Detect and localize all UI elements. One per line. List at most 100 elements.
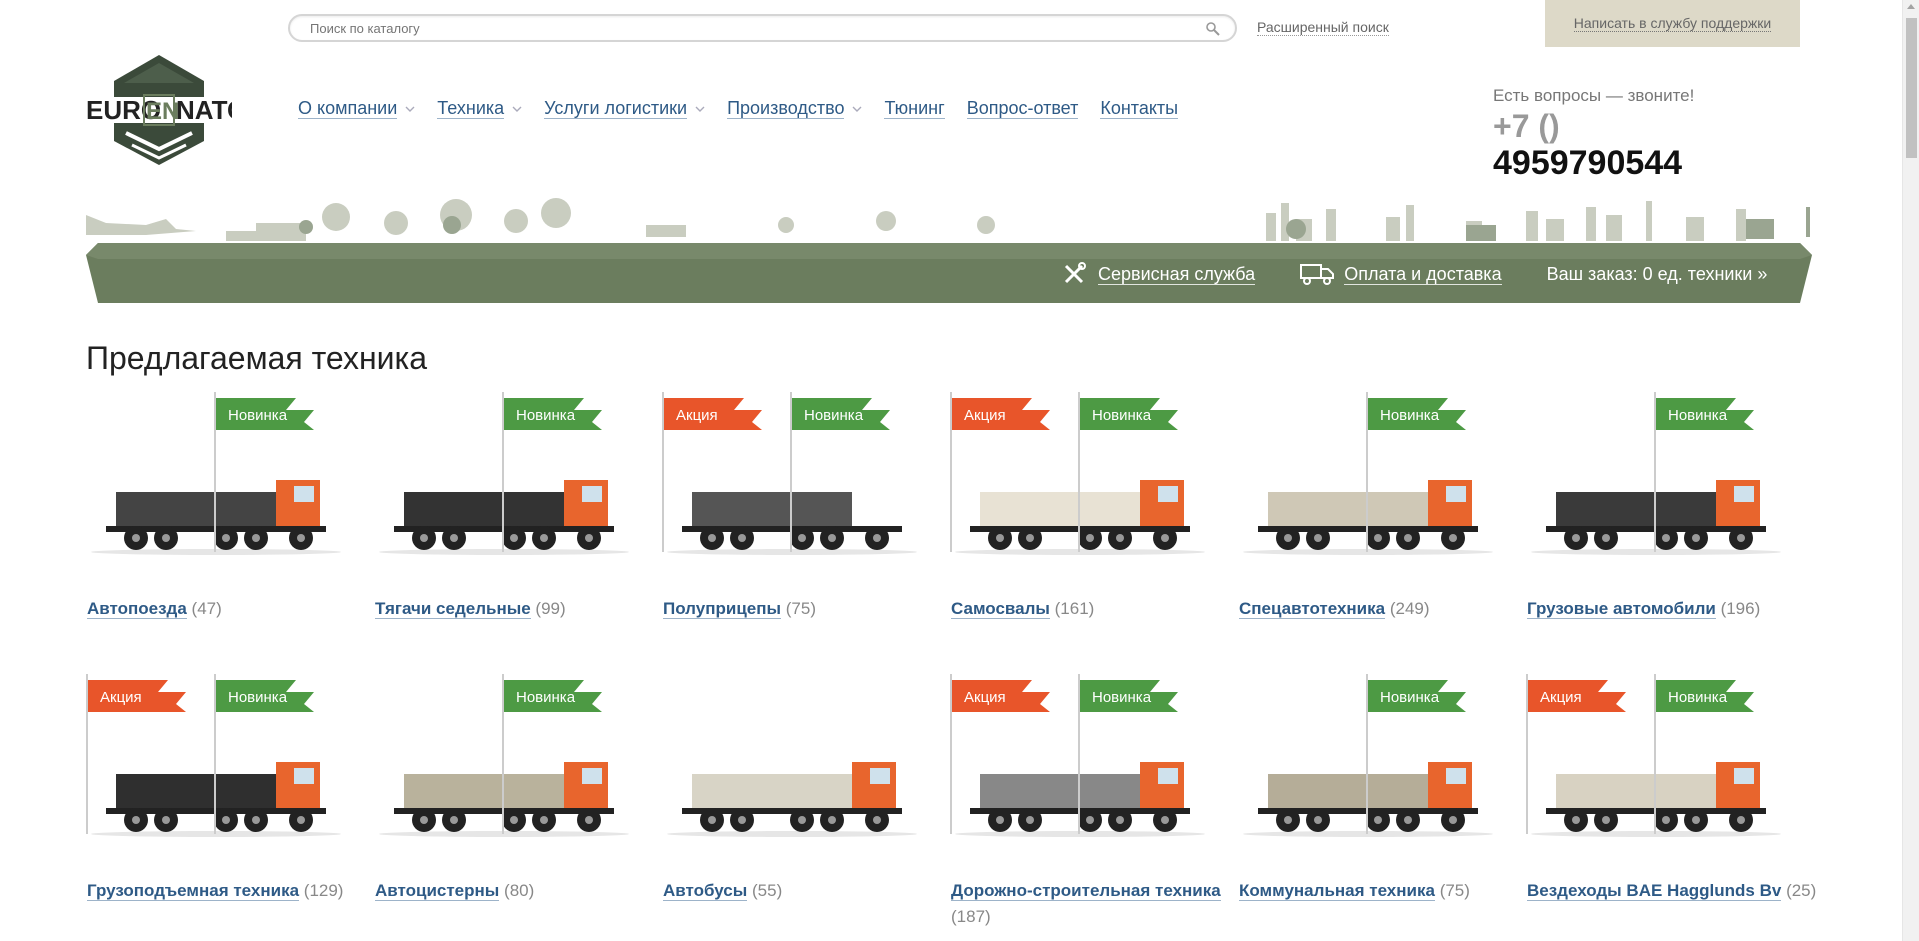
category-caption: Грузоподъемная техника (129) (87, 878, 377, 904)
logo[interactable]: EURO EN NATO (86, 55, 232, 165)
page-scrollbar[interactable] (1902, 0, 1919, 941)
sale-flag-label: Акция (100, 689, 142, 706)
order-link[interactable]: Ваш заказ: 0 ед. техники » (1547, 264, 1768, 285)
banner-links: Сервисная служба Оплата и доставка Ваш з… (1062, 260, 1767, 288)
category-caption: Полуприцепы (75) (663, 596, 953, 622)
scrollbar-thumb[interactable] (1906, 18, 1917, 158)
search-icon[interactable] (1205, 21, 1221, 37)
tools-icon (1064, 262, 1086, 284)
category-link[interactable]: Автобусы (663, 881, 748, 901)
category-link[interactable]: Коммунальная техника (1239, 881, 1435, 901)
category-caption: Вездеходы BAE Hagglunds Bv (25) (1527, 878, 1817, 904)
category-image[interactable]: Новинка (1238, 674, 1518, 849)
category-link[interactable]: Полуприцепы (663, 599, 782, 619)
new-flag-label: Новинка (1380, 407, 1440, 424)
category-caption: Автопоезда (47) (87, 596, 377, 622)
category-image[interactable]: Акция Новинка (950, 674, 1230, 849)
category-card[interactable]: Автобусы (55) (662, 674, 942, 924)
nav-item-0[interactable]: О компании (298, 98, 415, 119)
advanced-search-link[interactable]: Расширенный поиск (1257, 19, 1389, 36)
category-link[interactable]: Дорожно-строительная техника (951, 881, 1221, 901)
nav-item-4[interactable]: Тюнинг (884, 98, 945, 119)
category-card[interactable]: Акция Новинка Дорожно-строительная техника… (950, 674, 1230, 926)
nav-item-label: О компании (298, 98, 398, 119)
category-count: (55) (752, 881, 783, 900)
logo-text-mid: EN (146, 98, 179, 125)
category-link[interactable]: Спецавтотехника (1239, 599, 1386, 619)
service-link[interactable]: Сервисная служба (1062, 262, 1256, 286)
search-input[interactable] (290, 16, 1190, 40)
phone-number[interactable]: 4959790544 (1493, 144, 1682, 183)
catalog-search (288, 14, 1237, 42)
category-caption: Дорожно-строительная техника (187) (951, 878, 1241, 930)
category-link[interactable]: Автопоезда (87, 599, 187, 619)
sale-flag-label: Акция (964, 407, 1006, 424)
chevron-down-icon (695, 106, 705, 112)
category-caption: Автобусы (55) (663, 878, 953, 904)
category-image[interactable]: Новинка (1238, 392, 1518, 567)
support-button[interactable]: Написать в службу поддержки (1545, 0, 1800, 47)
category-card[interactable]: Новинка Тягачи седельные (99) (374, 392, 654, 642)
new-flag-label: Новинка (228, 407, 288, 424)
nav-item-2[interactable]: Услуги логистики (544, 98, 705, 119)
category-count: (80) (504, 881, 535, 900)
category-card[interactable]: Новинка Спецавтотехника (249) (1238, 392, 1518, 642)
new-flag-label: Новинка (804, 407, 864, 424)
nav-item-6[interactable]: Контакты (1100, 98, 1179, 119)
nav-item-5[interactable]: Вопрос-ответ (966, 98, 1079, 119)
phone-prefix: +7 () (1493, 108, 1560, 144)
new-flag-label: Новинка (1668, 407, 1728, 424)
new-flag-label: Новинка (516, 407, 576, 424)
nav-item-3[interactable]: Производство (727, 98, 862, 119)
category-card[interactable]: Новинка Автопоезда (47) (86, 392, 366, 642)
category-caption: Коммунальная техника (75) (1239, 878, 1529, 904)
category-image[interactable]: Акция Новинка (1526, 674, 1806, 849)
category-caption: Спецавтотехника (249) (1239, 596, 1529, 622)
category-image[interactable]: Новинка (374, 674, 654, 849)
nav-item-1[interactable]: Техника (437, 98, 522, 119)
category-image[interactable]: Акция Новинка (950, 392, 1230, 567)
category-count: (129) (303, 881, 344, 900)
vehicle-illustration (667, 762, 917, 837)
chevron-down-icon (852, 106, 862, 112)
category-link[interactable]: Тягачи седельные (375, 599, 531, 619)
chevron-down-icon (405, 106, 415, 112)
category-caption: Тягачи седельные (99) (375, 596, 665, 622)
category-image[interactable] (662, 674, 942, 849)
category-caption: Самосвалы (161) (951, 596, 1241, 622)
category-count: (249) (1389, 599, 1430, 618)
logo-text-right: NATO (176, 95, 232, 125)
new-flag-label: Новинка (1092, 407, 1152, 424)
category-image[interactable]: Новинка (86, 392, 366, 567)
delivery-link[interactable]: Оплата и доставка (1300, 263, 1502, 285)
category-count: (25) (1786, 881, 1817, 900)
nav-item-label: Производство (727, 98, 845, 119)
scroll-up-arrow-icon[interactable] (1907, 4, 1915, 9)
nav-item-label: Тюнинг (884, 98, 945, 119)
category-caption: Автоцистерны (80) (375, 878, 665, 904)
category-count: (75) (785, 599, 816, 618)
category-link[interactable]: Грузовые автомобили (1527, 599, 1716, 619)
category-count: (196) (1720, 599, 1761, 618)
category-link[interactable]: Автоцистерны (375, 881, 500, 901)
category-link[interactable]: Грузоподъемная техника (87, 881, 300, 901)
category-card[interactable]: Акция Новинка Вездеходы BAE Hagglunds Bv (… (1526, 674, 1816, 924)
category-card[interactable]: Новинка Грузовые автомобили (196) (1526, 392, 1806, 642)
category-card[interactable]: Новинка Коммунальная техника (75) (1238, 674, 1518, 924)
sale-flag-label: Акция (964, 689, 1006, 706)
category-link[interactable]: Самосвалы (951, 599, 1050, 619)
chevron-down-icon (512, 106, 522, 112)
category-card[interactable]: Акция Новинка Грузоподъемная техника (129) (86, 674, 366, 924)
service-label: Сервисная служба (1098, 263, 1256, 285)
nav-item-label: Услуги логистики (544, 98, 688, 119)
category-image[interactable]: Акция Новинка (86, 674, 366, 849)
category-image[interactable]: Новинка (1526, 392, 1806, 567)
category-image[interactable]: Акция Новинка (662, 392, 942, 567)
category-link[interactable]: Вездеходы BAE Hagglunds Bv (1527, 881, 1782, 901)
category-image[interactable]: Новинка (374, 392, 654, 567)
category-card[interactable]: Новинка Автоцистерны (80) (374, 674, 654, 924)
main-nav: О компании Техника Услуги логистики Произво… (298, 98, 1200, 119)
category-card[interactable]: Акция Новинка Самосвалы (161) (950, 392, 1230, 642)
nav-item-label: Контакты (1100, 98, 1179, 119)
category-card[interactable]: Акция Новинка Полуприцепы (75) (662, 392, 942, 642)
